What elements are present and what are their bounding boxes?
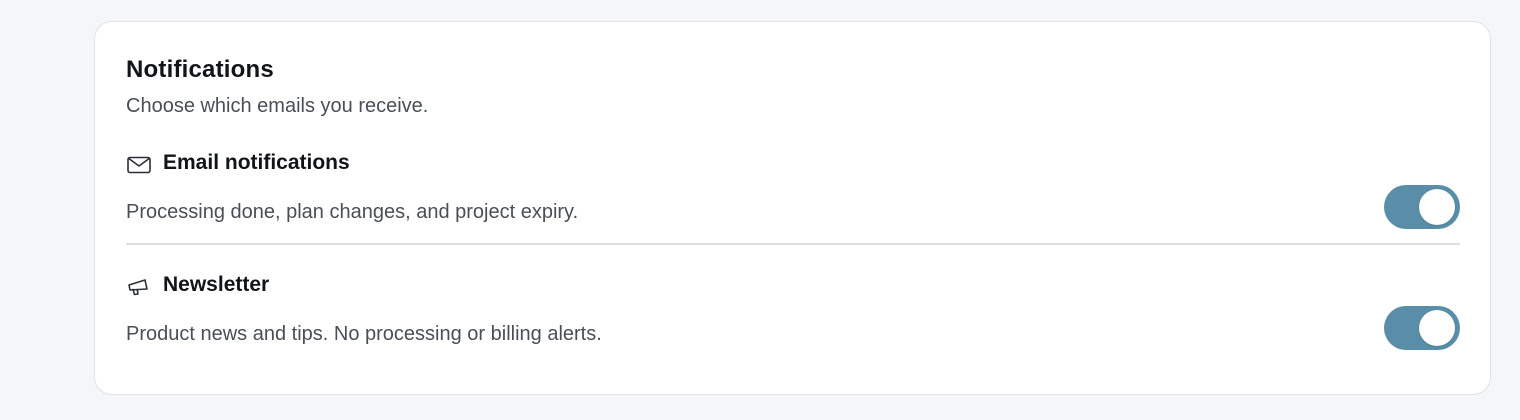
toggle-knob — [1419, 310, 1455, 346]
email-notifications-description: Processing done, plan changes, and proje… — [126, 201, 579, 223]
newsletter-row: Newsletter Product news and tips. No pro… — [126, 266, 1460, 356]
card-subtitle: Choose which emails you receive. — [126, 95, 429, 117]
email-notifications-row: Email notifications Processing done, pla… — [126, 144, 1460, 234]
notifications-card: Notifications Choose which emails you re… — [94, 21, 1491, 395]
newsletter-title: Newsletter — [163, 273, 270, 296]
megaphone-icon — [126, 274, 152, 300]
newsletter-description: Product news and tips. No processing or … — [126, 323, 602, 345]
row-divider — [126, 243, 1460, 245]
newsletter-toggle[interactable] — [1384, 306, 1460, 350]
mail-icon — [126, 152, 152, 178]
toggle-knob — [1419, 189, 1455, 225]
email-notifications-toggle[interactable] — [1384, 185, 1460, 229]
card-title: Notifications — [126, 56, 274, 83]
email-notifications-title: Email notifications — [163, 151, 350, 174]
